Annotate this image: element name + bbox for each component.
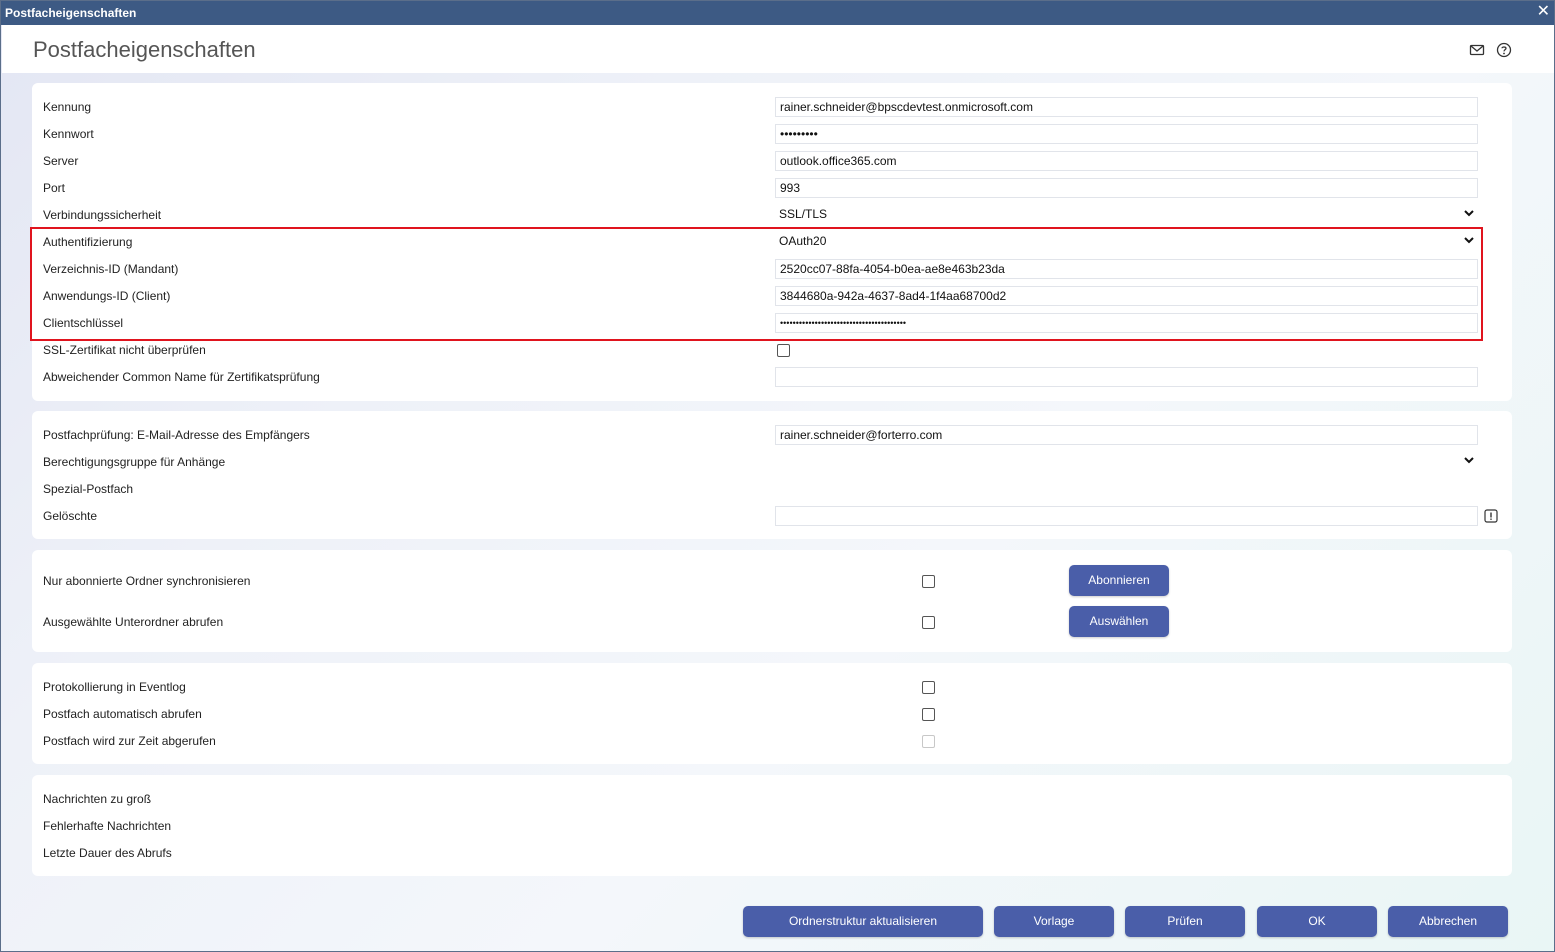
subscribed-checkbox[interactable] (922, 575, 935, 588)
eventlog-checkbox[interactable] (922, 681, 935, 694)
stats-panel: Nachrichten zu groß Fehlerhafte Nachrich… (32, 775, 1512, 876)
secret-label: Clientschlüssel (43, 316, 124, 330)
auto-checkbox[interactable] (922, 708, 935, 721)
mail-icon[interactable] (1469, 42, 1485, 58)
chevron-down-icon (1464, 237, 1474, 244)
duration-label: Letzte Dauer des Abrufs (43, 846, 172, 860)
secret-field[interactable]: •••••••••••••••••••••••••••••••••••••••• (775, 313, 1478, 333)
kennwort-field[interactable]: ••••••••• (775, 124, 1478, 144)
sicherheit-value: SSL/TLS (779, 207, 828, 221)
cancel-button[interactable]: Abbrechen (1388, 906, 1508, 937)
running-label: Postfach wird zur Zeit abgerufen (43, 734, 216, 748)
too-big-label: Nachrichten zu groß (43, 792, 152, 806)
deleted-label: Gelöschte (43, 509, 98, 523)
auth-value: OAuth20 (779, 234, 827, 248)
help-icon[interactable] (1496, 42, 1512, 58)
client-field[interactable]: 3844680a-942a-4637-8ad4-1f4aa68700d2 (775, 286, 1478, 306)
port-label: Port (43, 181, 66, 195)
tenant-label: Verzeichnis-ID (Mandant) (43, 262, 179, 276)
check-button[interactable]: Prüfen (1125, 906, 1245, 937)
server-label: Server (43, 154, 79, 168)
permgroup-select[interactable] (775, 452, 1478, 472)
deleted-field[interactable] (775, 506, 1478, 526)
eventlog-label: Protokollierung in Eventlog (43, 680, 186, 694)
permgroup-label: Berechtigungsgruppe für Anhänge (43, 455, 226, 469)
template-button[interactable]: Vorlage (994, 906, 1114, 937)
page-header: Postfacheigenschaften (2, 25, 1554, 73)
title-bar: Postfacheigenschaften ✕ (1, 1, 1554, 25)
sicherheit-select[interactable]: SSL/TLS (775, 205, 1478, 225)
special-label: Spezial-Postfach (43, 482, 134, 496)
kennwort-label: Kennwort (43, 127, 94, 141)
subscribed-label: Nur abonnierte Ordner synchronisieren (43, 574, 251, 588)
ok-button[interactable]: OK (1257, 906, 1377, 937)
sicherheit-label: Verbindungssicherheit (43, 208, 162, 222)
logging-panel: Protokollierung in Eventlog Postfach aut… (32, 663, 1512, 764)
kennung-label: Kennung (43, 100, 92, 114)
page-title: Postfacheigenschaften (33, 37, 256, 62)
connection-panel: Kennung rainer.schneider@bpscdevtest.onm… (32, 83, 1512, 401)
kennung-field[interactable]: rainer.schneider@bpscdevtest.onmicrosoft… (775, 97, 1478, 117)
recipient-field[interactable]: rainer.schneider@forterro.com (775, 425, 1478, 445)
faulty-label: Fehlerhafte Nachrichten (43, 819, 172, 833)
ssl-check-checkbox[interactable] (777, 344, 790, 357)
auth-select[interactable]: OAuth20 (775, 232, 1478, 252)
server-field[interactable]: outlook.office365.com (775, 151, 1478, 171)
window-title: Postfacheigenschaften (5, 6, 137, 20)
common-name-label: Abweichender Common Name für Zertifikats… (43, 370, 320, 384)
subscribe-button[interactable]: Abonnieren (1069, 565, 1169, 596)
client-label: Anwendungs-ID (Client) (43, 289, 171, 303)
selected-checkbox[interactable] (922, 616, 935, 629)
close-icon[interactable]: ✕ (1537, 4, 1550, 20)
update-folders-button[interactable]: Ordnerstruktur aktualisieren (743, 906, 983, 937)
selected-label: Ausgewählte Unterordner abrufen (43, 615, 224, 629)
ssl-check-label: SSL-Zertifikat nicht überprüfen (43, 343, 206, 357)
running-checkbox (922, 735, 935, 748)
mailbox-panel: Postfachprüfung: E-Mail-Adresse des Empf… (32, 411, 1512, 539)
select-button[interactable]: Auswählen (1069, 606, 1169, 637)
common-name-field[interactable] (775, 367, 1478, 387)
tenant-field[interactable]: 2520cc07-88fa-4054-b0ea-ae8e463b23da (775, 259, 1478, 279)
auto-label: Postfach automatisch abrufen (43, 707, 202, 721)
folders-panel: Nur abonnierte Ordner synchronisieren Ab… (32, 550, 1512, 652)
recipient-label: Postfachprüfung: E-Mail-Adresse des Empf… (43, 428, 310, 442)
auth-label: Authentifizierung (43, 235, 133, 249)
chevron-down-icon (1464, 210, 1474, 217)
port-field[interactable]: 993 (775, 178, 1478, 198)
dialog-window: Postfacheigenschaften ✕ Postfacheigensch… (0, 0, 1555, 952)
chevron-down-icon (1464, 457, 1474, 464)
alert-icon[interactable] (1484, 509, 1498, 523)
